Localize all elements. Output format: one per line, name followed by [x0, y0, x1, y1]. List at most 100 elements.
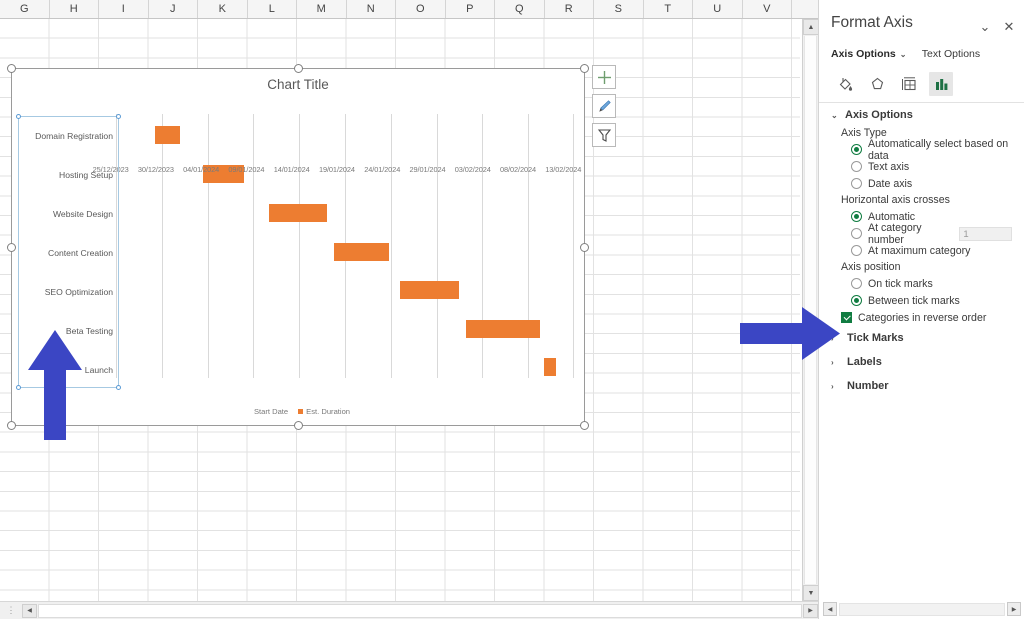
gantt-bar-content-creation[interactable]	[334, 243, 389, 261]
column-header-P[interactable]: P	[446, 0, 496, 18]
column-header-V[interactable]: V	[743, 0, 793, 18]
column-header-O[interactable]: O	[396, 0, 446, 18]
column-header-G[interactable]: G	[0, 0, 50, 18]
chart-filters-button[interactable]	[592, 123, 616, 147]
column-header-U[interactable]: U	[693, 0, 743, 18]
radio-icon	[851, 228, 862, 239]
column-header-S[interactable]: S	[594, 0, 644, 18]
fill-line-icon[interactable]	[833, 72, 857, 96]
radio-label: Between tick marks	[868, 295, 960, 307]
chart-title[interactable]: Chart Title	[12, 77, 584, 92]
horizontal-scrollbar[interactable]: ⋮ ◀ ▶	[0, 601, 818, 619]
date-tick-label: 04/01/2024	[179, 165, 224, 179]
scroll-right-button[interactable]: ▶	[803, 604, 818, 618]
radio-between-tick-marks[interactable]: Between tick marks	[819, 292, 1024, 309]
excel-window: G H I J K L M N O P Q R S T U V ▲ ▼ ⋮ ◀	[0, 0, 1024, 619]
category-axis-handle-bottom-left[interactable]	[16, 385, 21, 390]
sheet-tab-split-handle[interactable]: ⋮	[0, 605, 22, 616]
scroll-up-button[interactable]: ▲	[803, 19, 818, 35]
column-header-Q[interactable]: Q	[495, 0, 545, 18]
column-header-M[interactable]: M	[297, 0, 347, 18]
section-axis-options[interactable]: ⌄ Axis Options	[819, 103, 1024, 125]
radio-date-axis[interactable]: Date axis	[819, 175, 1024, 192]
radio-auto-select-based-on-data[interactable]: Automatically select based on data	[819, 141, 1024, 158]
pane-horizontal-scrollbar[interactable]: ◀ ▶	[819, 599, 1024, 619]
legend-label: Est. Duration	[306, 407, 350, 416]
date-tick-label: 08/02/2024	[495, 165, 540, 179]
date-axis-tick-labels[interactable]: 25/12/2023 30/12/2023 04/01/2024 09/01/2…	[88, 165, 586, 179]
category-number-input[interactable]: 1	[959, 227, 1012, 241]
gantt-bar-website-design[interactable]	[269, 204, 326, 222]
chart-resize-handle-bottom-middle[interactable]	[294, 421, 303, 430]
column-header-R[interactable]: R	[545, 0, 595, 18]
plus-icon	[597, 70, 612, 85]
chart-styles-button[interactable]	[592, 94, 616, 118]
radio-icon	[851, 211, 862, 222]
gantt-bar-domain-registration[interactable]	[155, 126, 180, 144]
chart-resize-handle-middle-left[interactable]	[7, 243, 16, 252]
gantt-chart-object[interactable]: Chart Title 25/12/2023 30/12/2023 04/01/…	[11, 68, 585, 426]
column-header-H[interactable]: H	[50, 0, 100, 18]
size-properties-icon[interactable]	[897, 72, 921, 96]
scroll-down-button[interactable]: ▼	[803, 585, 818, 601]
gantt-bar-seo-optimization[interactable]	[400, 281, 460, 299]
gridline	[162, 114, 163, 378]
pane-icon-tabs	[819, 64, 1024, 98]
pane-header: Format Axis ⌄ ✕	[819, 0, 1024, 44]
radio-icon	[851, 278, 862, 289]
chart-resize-handle-middle-right[interactable]	[580, 243, 589, 252]
category-label-website-design: Website Design	[53, 209, 113, 219]
checkbox-icon	[841, 312, 852, 323]
category-axis-handle-top-left[interactable]	[16, 114, 21, 119]
date-tick-label: 24/01/2024	[360, 165, 405, 179]
column-header-L[interactable]: L	[248, 0, 298, 18]
chart-resize-handle-bottom-right[interactable]	[580, 421, 589, 430]
gridline	[391, 114, 392, 378]
chart-resize-handle-top-middle[interactable]	[294, 64, 303, 73]
chart-legend[interactable]: Start Date Est. Duration	[12, 407, 584, 416]
section-labels[interactable]: › Labels	[819, 350, 1024, 374]
radio-at-category-number[interactable]: At category number 1	[819, 225, 1024, 242]
section-number[interactable]: › Number	[819, 374, 1024, 398]
effects-icon[interactable]	[865, 72, 889, 96]
horizontal-scroll-track[interactable]	[38, 604, 802, 618]
radio-on-tick-marks[interactable]: On tick marks	[819, 275, 1024, 292]
section-tick-marks[interactable]: › Tick Marks	[819, 326, 1024, 350]
chart-elements-button[interactable]	[592, 65, 616, 89]
radio-label: On tick marks	[868, 278, 933, 290]
gantt-bar-launch[interactable]	[544, 358, 555, 376]
funnel-icon	[597, 128, 612, 143]
radio-label: At maximum category	[868, 245, 970, 257]
tab-axis-options-label: Axis Options	[831, 48, 896, 60]
radio-at-maximum-category[interactable]: At maximum category	[819, 242, 1024, 259]
column-header-I[interactable]: I	[99, 0, 149, 18]
pane-scroll-left-button[interactable]: ◀	[823, 602, 837, 616]
category-axis-handle-bottom-right[interactable]	[116, 385, 121, 390]
category-axis-handle-top-right[interactable]	[116, 114, 121, 119]
checkbox-label: Categories in reverse order	[858, 312, 986, 324]
tab-text-options[interactable]: Text Options	[922, 48, 980, 60]
chart-resize-handle-bottom-left[interactable]	[7, 421, 16, 430]
category-label-launch: Launch	[85, 365, 113, 375]
gridline	[482, 114, 483, 378]
pane-collapse-icon[interactable]: ⌄	[976, 18, 994, 36]
chart-resize-handle-top-left[interactable]	[7, 64, 16, 73]
column-header-J[interactable]: J	[149, 0, 199, 18]
tab-axis-options[interactable]: Axis Options ⌄	[831, 48, 908, 60]
column-header-K[interactable]: K	[198, 0, 248, 18]
pane-close-icon[interactable]: ✕	[1000, 18, 1018, 36]
pane-scroll-track[interactable]	[839, 603, 1005, 616]
chart-side-buttons	[592, 65, 616, 147]
column-header-N[interactable]: N	[347, 0, 397, 18]
radio-label: Date axis	[868, 178, 912, 190]
legend-item-start-date[interactable]: Start Date	[246, 407, 288, 416]
scroll-left-button[interactable]: ◀	[22, 604, 37, 618]
column-header-row: G H I J K L M N O P Q R S T U V	[0, 0, 818, 19]
pane-scroll-right-button[interactable]: ▶	[1007, 602, 1021, 616]
checkbox-categories-in-reverse-order[interactable]: Categories in reverse order	[819, 309, 1024, 326]
gantt-bar-beta-testing[interactable]	[466, 320, 539, 338]
legend-item-est-duration[interactable]: Est. Duration	[298, 407, 350, 416]
chart-resize-handle-top-right[interactable]	[580, 64, 589, 73]
axis-options-icon[interactable]	[929, 72, 953, 96]
column-header-T[interactable]: T	[644, 0, 694, 18]
